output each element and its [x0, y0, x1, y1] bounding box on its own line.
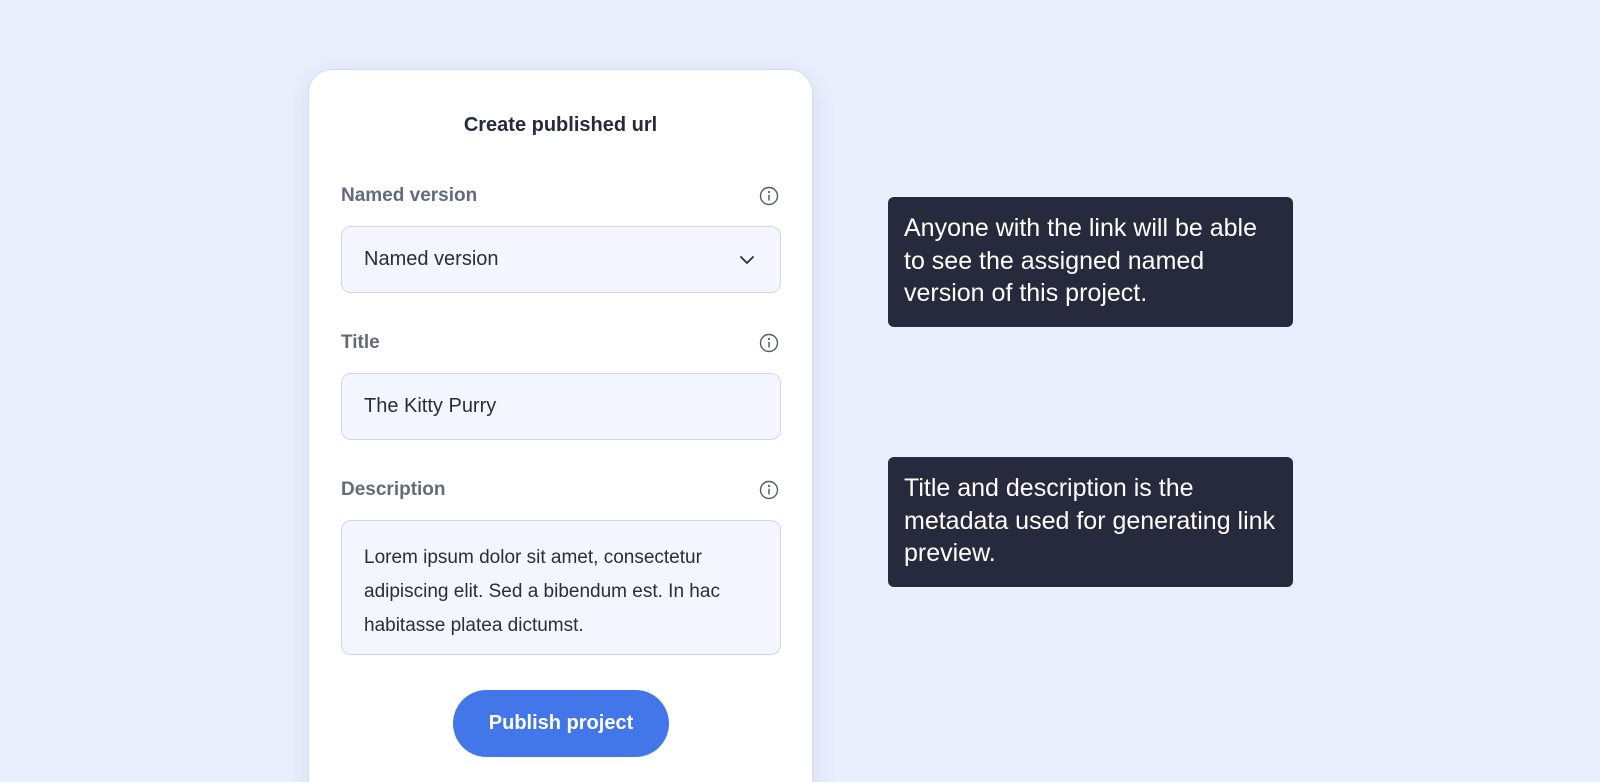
named-version-select[interactable]: Named version: [341, 226, 781, 293]
named-version-tooltip: Anyone with the link will be able to see…: [888, 197, 1293, 327]
metadata-tooltip: Title and description is the metadata us…: [888, 457, 1293, 587]
publish-dialog: Create published url Named version Named…: [308, 69, 813, 782]
named-version-value: Named version: [364, 248, 499, 270]
description-label: Description: [341, 479, 446, 500]
info-icon[interactable]: [759, 333, 779, 353]
title-input-value: The Kitty Purry: [364, 395, 497, 417]
chevron-down-icon: [740, 256, 754, 264]
description-value: Lorem ipsum dolor sit amet, consectetur …: [364, 547, 720, 636]
title-label: Title: [341, 332, 380, 353]
title-input[interactable]: The Kitty Purry: [341, 373, 781, 440]
named-version-label: Named version: [341, 185, 478, 206]
description-textarea[interactable]: Lorem ipsum dolor sit amet, consectetur …: [341, 520, 781, 655]
info-icon[interactable]: [759, 480, 779, 500]
dialog-title: Create published url: [463, 114, 658, 136]
publish-project-button[interactable]: Publish project: [453, 690, 669, 757]
info-icon[interactable]: [759, 186, 779, 206]
